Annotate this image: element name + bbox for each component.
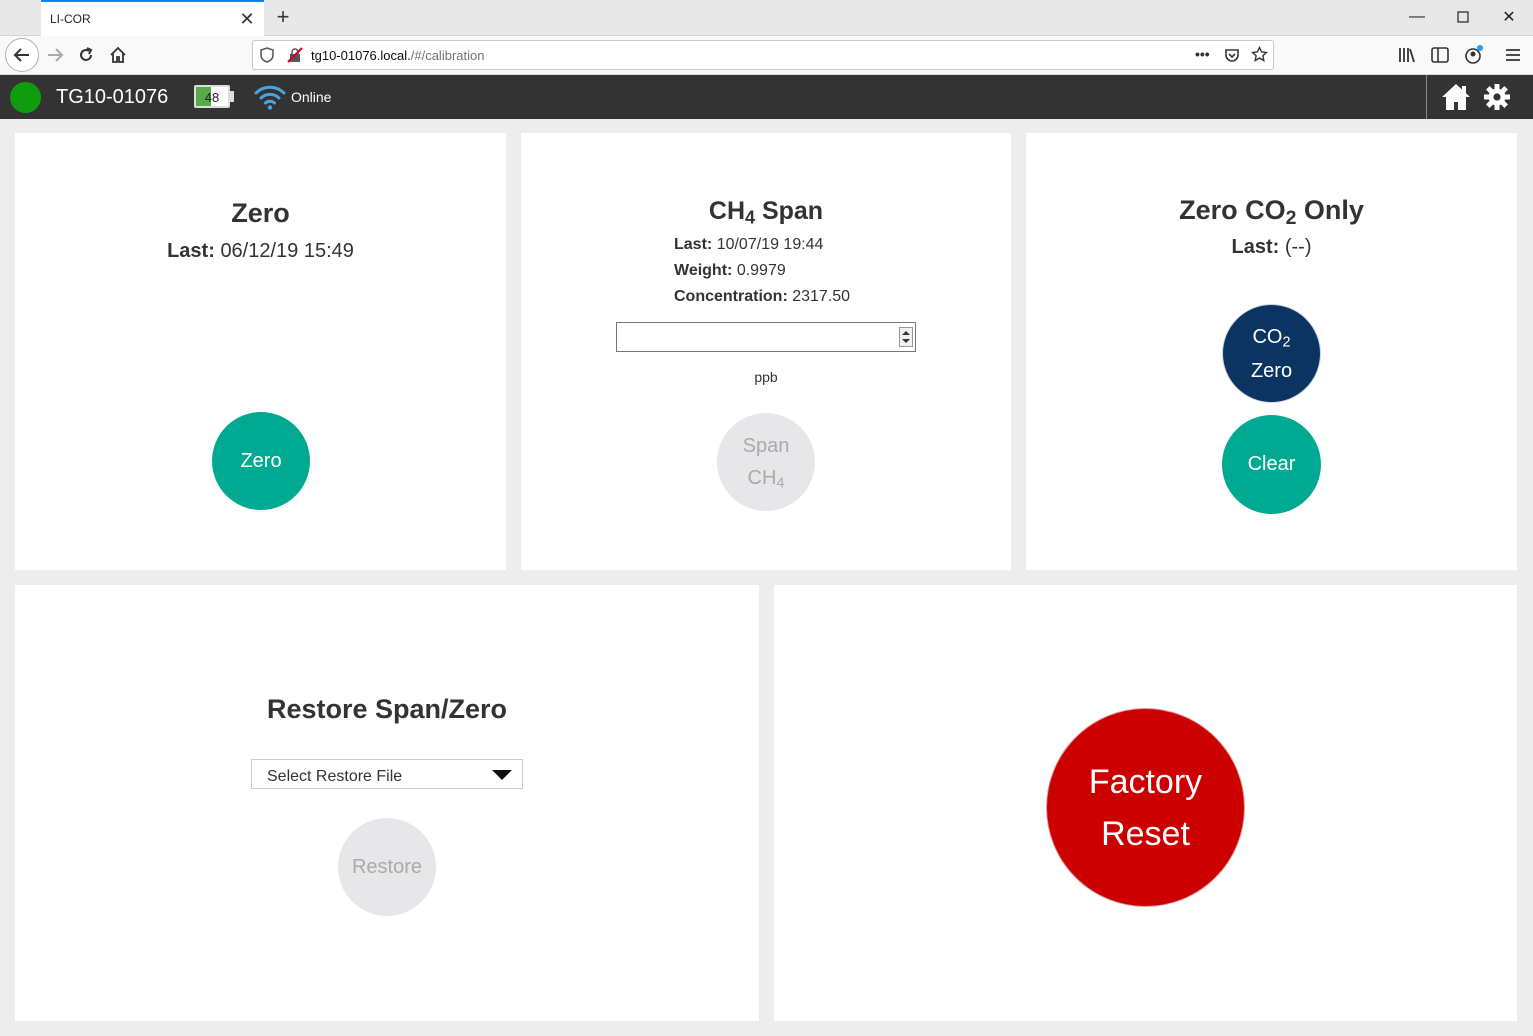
- co2-zero-button[interactable]: CO2 Zero: [1222, 304, 1321, 403]
- wifi-icon: [254, 85, 286, 110]
- clear-button[interactable]: Clear: [1222, 415, 1321, 514]
- forward-button[interactable]: [40, 40, 70, 70]
- restore-panel: Restore Span/Zero Select Restore File Re…: [15, 585, 759, 1021]
- co2-zero-sub: 2: [1282, 334, 1291, 351]
- zero-last-label: Last:: [167, 240, 215, 262]
- co2-title-suffix: Only: [1296, 195, 1364, 225]
- ch4-weight: Weight: 0.9979: [674, 262, 850, 288]
- co2-last-label: Last:: [1231, 236, 1280, 258]
- battery-level: 48: [204, 90, 220, 105]
- browser-tab-bar: LI-COR ✕ + — ✕: [0, 0, 1533, 36]
- battery-icon: 48: [194, 85, 230, 108]
- ch4-weight-value: 0.9979: [736, 262, 786, 279]
- app-header: TG10-01076 48 Online: [0, 75, 1533, 119]
- zero-button[interactable]: Zero: [212, 412, 310, 510]
- home-button[interactable]: [103, 40, 133, 70]
- minimize-icon[interactable]: —: [1394, 0, 1440, 34]
- co2-last: Last: (--): [1026, 236, 1517, 259]
- ch4-title-prefix: CH: [708, 197, 745, 225]
- restore-file-select[interactable]: Select Restore File: [251, 759, 523, 789]
- factory-reset-button[interactable]: Factory Reset: [1046, 708, 1245, 907]
- maximize-square: [1457, 11, 1469, 23]
- home-icon[interactable]: [1440, 81, 1472, 113]
- ch4-span-title: CH4 Span: [521, 197, 1011, 228]
- ch4-concentration-value: 2317.50: [792, 288, 851, 305]
- browser-nav-bar: tg10-01076.local./#/calibration •••: [0, 36, 1533, 75]
- span-ch4-line2: CH4: [748, 462, 785, 494]
- co2-title-prefix: Zero CO: [1179, 195, 1286, 225]
- device-name: TG10-01076: [56, 86, 169, 108]
- tab-title: LI-COR: [50, 12, 91, 26]
- arrow-right-icon: [48, 48, 64, 62]
- close-tab-icon[interactable]: ✕: [236, 8, 258, 30]
- ch4-span-panel: CH4 Span Last: 10/07/19 19:44 Weight: 0.…: [521, 133, 1011, 570]
- ch4-concentration-input[interactable]: [616, 322, 916, 352]
- factory-reset-line2: Reset: [1101, 814, 1190, 853]
- ch4-title-suffix: Span: [755, 197, 824, 225]
- ch4-last: Last: 10/07/19 19:44: [674, 236, 850, 262]
- zero-co2-panel: Zero CO2 Only Last: (--) CO2 Zero Clear: [1026, 133, 1517, 570]
- spinner-up-icon[interactable]: [902, 331, 910, 335]
- ch4-title-sub: 4: [745, 207, 756, 228]
- co2-zero-prefix: CO: [1252, 325, 1283, 348]
- shield-icon[interactable]: [260, 47, 274, 63]
- library-icon[interactable]: [1398, 47, 1416, 63]
- zero-co2-title: Zero CO2 Only: [1026, 195, 1517, 229]
- number-spinner[interactable]: [899, 327, 913, 347]
- menu-icon[interactable]: [1505, 47, 1521, 63]
- co2-last-value: (--): [1284, 236, 1312, 258]
- back-button[interactable]: [5, 38, 39, 72]
- co2-title-sub: 2: [1285, 206, 1297, 229]
- insecure-lock-icon[interactable]: [287, 47, 303, 63]
- url-bar[interactable]: tg10-01076.local./#/calibration •••: [252, 40, 1274, 70]
- arrow-left-icon: [13, 48, 29, 62]
- co2-zero-line2: Zero: [1250, 359, 1293, 382]
- reload-button[interactable]: [71, 40, 101, 70]
- spinner-down-icon[interactable]: [902, 339, 910, 343]
- status-indicator: [10, 82, 41, 113]
- span-ch4-button[interactable]: Span CH4: [717, 413, 815, 511]
- new-tab-icon[interactable]: +: [270, 4, 296, 30]
- ch4-info: Last: 10/07/19 19:44 Weight: 0.9979 Conc…: [674, 236, 850, 306]
- zero-last-value: 06/12/19 15:49: [220, 240, 354, 262]
- zero-panel: Zero Last: 06/12/19 15:49 Zero: [15, 133, 506, 570]
- co2-zero-line1: CO2: [1252, 320, 1290, 354]
- ch4-last-label: Last:: [674, 236, 713, 253]
- zero-title: Zero: [231, 198, 290, 228]
- restore-select-value: Select Restore File: [267, 768, 403, 785]
- span-ch4-line2-sub: 4: [776, 475, 785, 492]
- span-ch4-line1: Span: [742, 435, 790, 457]
- restore-button[interactable]: Restore: [338, 818, 436, 916]
- url-path: /#/calibration: [410, 48, 485, 63]
- reload-icon: [80, 47, 93, 61]
- ch4-concentration: Concentration: 2317.50: [674, 288, 850, 306]
- maximize-icon[interactable]: [1440, 0, 1486, 34]
- account-icon[interactable]: [1463, 44, 1485, 66]
- ch4-unit: ppb: [754, 369, 778, 385]
- battery-tip: [230, 91, 234, 102]
- ch4-last-value: 10/07/19 19:44: [716, 236, 824, 253]
- factory-reset-panel: Factory Reset: [774, 585, 1517, 1021]
- factory-reset-line1: Factory: [1088, 762, 1203, 801]
- ch4-weight-label: Weight:: [674, 262, 733, 279]
- pocket-icon[interactable]: [1224, 47, 1240, 63]
- url-text[interactable]: tg10-01076.local./#/calibration: [311, 48, 484, 63]
- header-divider: [1426, 75, 1427, 119]
- home-outline-icon: [110, 46, 126, 63]
- span-ch4-line2-prefix: CH: [747, 467, 777, 489]
- restore-title: Restore Span/Zero: [266, 694, 508, 724]
- close-window-icon[interactable]: ✕: [1486, 0, 1532, 34]
- page-actions-icon[interactable]: •••: [1195, 46, 1210, 62]
- sidebar-icon[interactable]: [1431, 47, 1449, 63]
- bookmark-star-icon[interactable]: [1251, 46, 1268, 63]
- url-host: tg10-01076.local.: [311, 48, 411, 63]
- browser-tab[interactable]: LI-COR ✕: [41, 0, 264, 36]
- zero-last: Last: 06/12/19 15:49: [15, 240, 506, 263]
- gear-icon[interactable]: [1483, 83, 1511, 111]
- dropdown-caret-icon[interactable]: [492, 770, 512, 780]
- connection-status: Online: [291, 89, 332, 105]
- ch4-concentration-label: Concentration:: [674, 288, 788, 305]
